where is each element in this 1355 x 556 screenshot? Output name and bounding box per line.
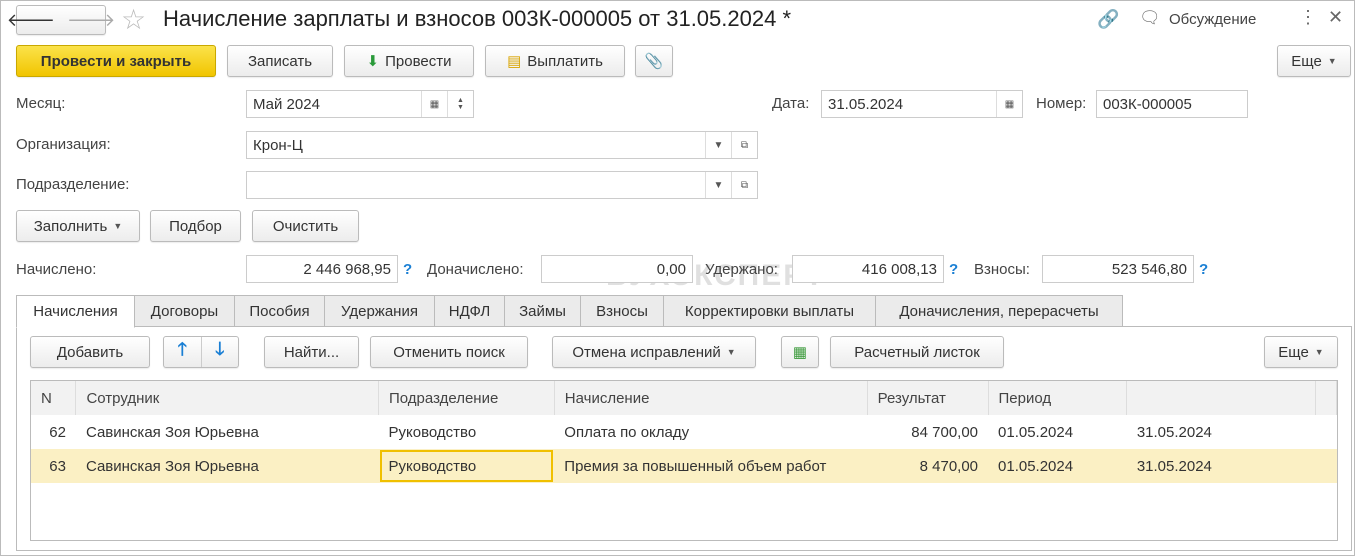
tab-ndfl[interactable]: НДФЛ bbox=[434, 295, 505, 327]
save-button[interactable]: Записать bbox=[227, 45, 333, 77]
tab-deductions[interactable]: Удержания bbox=[324, 295, 435, 327]
withheld-label: Удержано: bbox=[705, 261, 778, 278]
table-row[interactable]: 63 Савинская Зоя Юрьевна Руководство Пре… bbox=[31, 449, 1337, 483]
pick-button[interactable]: Подбор bbox=[150, 210, 241, 242]
post-button[interactable]: ⬇ Провести bbox=[344, 45, 474, 77]
add-button[interactable]: Добавить bbox=[30, 336, 150, 368]
cancel-find-button[interactable]: Отменить поиск bbox=[370, 336, 528, 368]
col-extra bbox=[1315, 381, 1337, 415]
pay-icon: ▤ bbox=[507, 53, 522, 70]
table-header: N Сотрудник Подразделение Начисление Рез… bbox=[31, 381, 1337, 415]
accrued-help-icon[interactable]: ? bbox=[403, 261, 412, 278]
col-period[interactable]: Период bbox=[988, 381, 1128, 415]
col-n[interactable]: N bbox=[31, 381, 77, 415]
page-title: Начисление зарплаты и взносов 003К-00000… bbox=[163, 6, 791, 31]
calendar-icon[interactable]: ▦ bbox=[421, 91, 447, 117]
month-stepper[interactable]: ▲ ▼ bbox=[447, 91, 473, 117]
accruals-table: N Сотрудник Подразделение Начисление Рез… bbox=[30, 380, 1338, 541]
open-icon[interactable]: ⧉ bbox=[731, 172, 757, 198]
add-table-button[interactable]: ▦ bbox=[781, 336, 819, 368]
find-button[interactable]: Найти... bbox=[264, 336, 359, 368]
favorite-star-icon[interactable]: ☆ bbox=[121, 3, 146, 36]
post-and-close-button[interactable]: Провести и закрыть bbox=[16, 45, 216, 77]
payslip-button[interactable]: Расчетный листок bbox=[830, 336, 1004, 368]
withheld-help-icon[interactable]: ? bbox=[949, 261, 958, 278]
tab-benefits[interactable]: Пособия bbox=[234, 295, 325, 327]
chevron-down-icon: ▼ bbox=[1327, 56, 1337, 66]
close-icon[interactable]: ✕ bbox=[1328, 7, 1343, 28]
tab-recalculations[interactable]: Доначисления, перерасчеты bbox=[875, 295, 1123, 327]
number-label: Номер: bbox=[1036, 95, 1087, 112]
date-field[interactable]: 31.05.2024 ▦ bbox=[821, 90, 1023, 118]
org-label: Организация: bbox=[16, 136, 111, 153]
tab-accruals[interactable]: Начисления bbox=[16, 295, 135, 328]
contrib-field: 523 546,80 bbox=[1042, 255, 1194, 283]
chevron-down-icon: ▼ bbox=[726, 347, 736, 357]
paperclip-icon: 📎 bbox=[644, 53, 664, 70]
month-label: Месяц: bbox=[16, 95, 66, 112]
chevron-down-icon: ▼ bbox=[1314, 347, 1324, 357]
undo-corrections-button[interactable]: Отмена исправлений ▼ bbox=[552, 336, 756, 368]
accrued-label: Начислено: bbox=[16, 261, 97, 278]
table-row[interactable]: 62 Савинская Зоя Юрьевна Руководство Опл… bbox=[31, 415, 1337, 449]
back-icon[interactable]: 🡐 bbox=[7, 10, 55, 31]
move-down-icon[interactable]: 🡓 bbox=[202, 337, 239, 367]
tab-contributions[interactable]: Взносы bbox=[580, 295, 664, 327]
dept-field[interactable]: ▼ ⧉ bbox=[246, 171, 758, 199]
extra-field: 0,00 bbox=[541, 255, 693, 283]
chevron-down-icon[interactable]: ▼ bbox=[705, 172, 731, 198]
nav-buttons: 🡐 🡒 bbox=[7, 5, 115, 35]
post-icon: ⬇ bbox=[366, 53, 380, 70]
tab-payment-corrections[interactable]: Корректировки выплаты bbox=[663, 295, 876, 327]
menu-icon[interactable]: ⋮ bbox=[1299, 7, 1317, 28]
move-up-icon[interactable]: 🡑 bbox=[164, 337, 201, 367]
chevron-down-icon[interactable]: ▼ bbox=[705, 132, 731, 158]
tab-contracts[interactable]: Договоры bbox=[134, 295, 235, 327]
table-more-button[interactable]: Еще ▼ bbox=[1264, 336, 1338, 368]
tab-loans[interactable]: Займы bbox=[504, 295, 581, 327]
date-label: Дата: bbox=[772, 95, 810, 112]
link-icon[interactable]: 🔗 bbox=[1097, 9, 1119, 30]
fill-button[interactable]: Заполнить ▼ bbox=[16, 210, 140, 242]
col-employee[interactable]: Сотрудник bbox=[75, 381, 379, 415]
calendar-icon[interactable]: ▦ bbox=[996, 91, 1022, 117]
number-field[interactable]: 003К-000005 bbox=[1096, 90, 1248, 118]
table-add-icon: ▦ bbox=[792, 344, 808, 361]
more-button[interactable]: Еще ▼ bbox=[1277, 45, 1351, 77]
open-icon[interactable]: ⧉ bbox=[731, 132, 757, 158]
accrued-field: 2 446 968,95 bbox=[246, 255, 398, 283]
col-dept[interactable]: Подразделение bbox=[378, 381, 555, 415]
contrib-help-icon[interactable]: ? bbox=[1199, 261, 1208, 278]
clear-button[interactable]: Очистить bbox=[252, 210, 359, 242]
discussion-icon[interactable]: 🗨 bbox=[1139, 8, 1161, 28]
withheld-field: 416 008,13 bbox=[792, 255, 944, 283]
extra-label: Доначислено: bbox=[427, 261, 524, 278]
month-field[interactable]: Май 2024 ▦ ▲ ▼ bbox=[246, 90, 474, 118]
forward-icon[interactable]: 🡒 bbox=[67, 10, 115, 31]
dept-label: Подразделение: bbox=[16, 176, 130, 193]
chevron-down-icon: ▼ bbox=[113, 221, 123, 231]
attach-button[interactable]: 📎 bbox=[635, 45, 673, 77]
col-result[interactable]: Результат bbox=[867, 381, 989, 415]
org-field[interactable]: Крон-Ц ▼ ⧉ bbox=[246, 131, 758, 159]
contrib-label: Взносы: bbox=[974, 261, 1030, 278]
discussion-button[interactable]: Обсуждение bbox=[1169, 11, 1256, 28]
col-period-end[interactable] bbox=[1126, 381, 1316, 415]
move-buttons: 🡑 🡓 bbox=[163, 336, 239, 368]
selected-cell[interactable]: Руководство bbox=[378, 449, 555, 483]
col-accrual[interactable]: Начисление bbox=[554, 381, 868, 415]
pay-button[interactable]: ▤ Выплатить bbox=[485, 45, 625, 77]
